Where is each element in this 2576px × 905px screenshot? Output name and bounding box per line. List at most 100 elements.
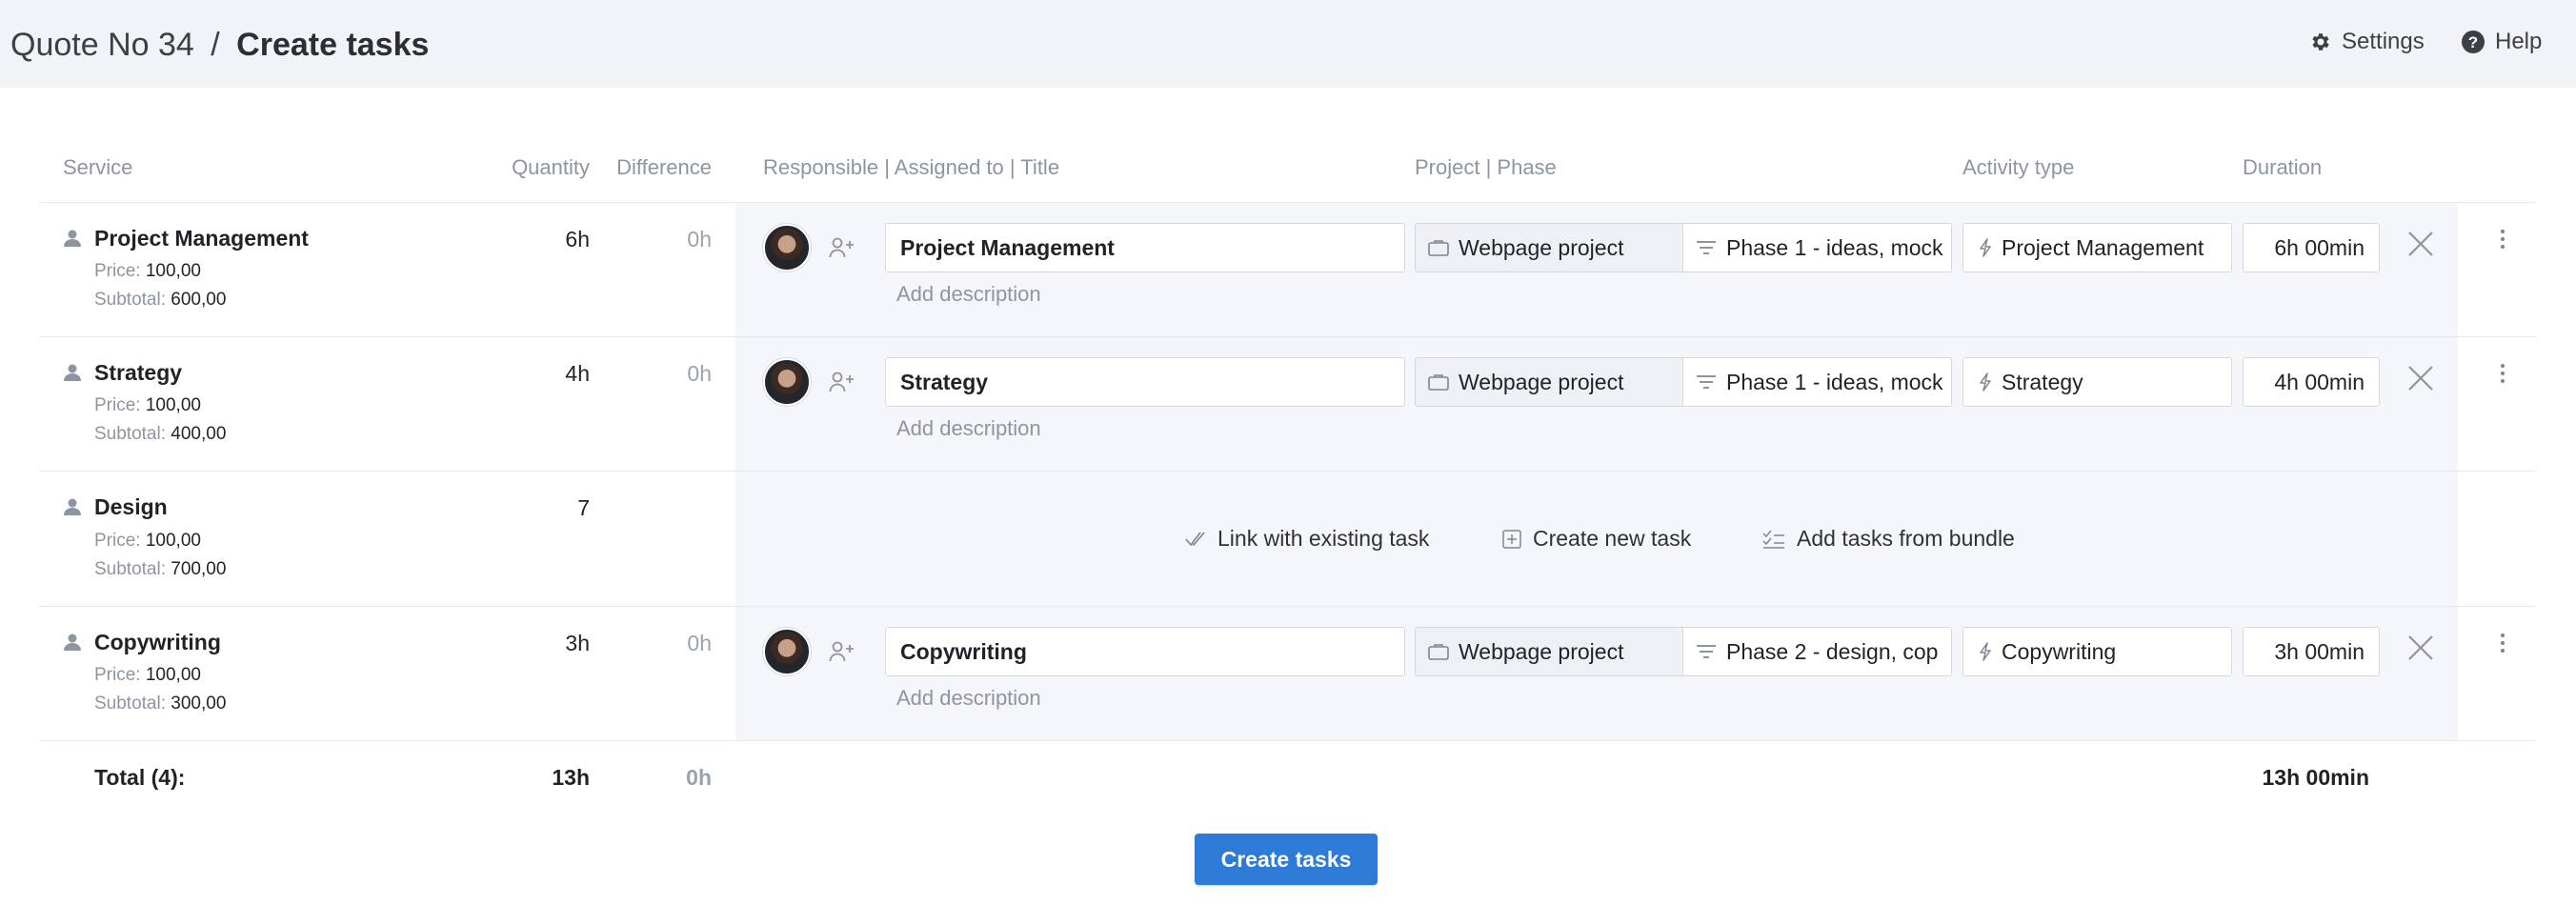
duration-input[interactable]: 4h 00min [2243, 357, 2380, 407]
phase-value: Phase 1 - ideas, mock [1726, 369, 1943, 394]
settings-label: Settings [2342, 29, 2425, 54]
assign-user-button[interactable] [818, 224, 866, 272]
create-new-task-button[interactable]: Create new task [1502, 526, 1691, 552]
subtotal-label: Subtotal: [94, 694, 166, 714]
project-value: Webpage project [1459, 369, 1624, 394]
phase-select[interactable]: Phase 2 - design, cop [1683, 627, 1952, 676]
project-select[interactable]: Webpage project [1415, 357, 1683, 407]
service-name: Copywriting [94, 630, 221, 654]
breadcrumb-parent[interactable]: Quote No 34 [10, 27, 194, 63]
project-select[interactable]: Webpage project [1415, 223, 1683, 272]
quantity-value: 6h [565, 227, 590, 251]
add-description-link[interactable]: Add description [896, 416, 1041, 441]
difference-value: 0h [687, 227, 712, 251]
column-header-service: Service [63, 155, 133, 179]
add-user-icon [829, 372, 854, 392]
price-value: 100,00 [145, 665, 201, 685]
help-circle-icon: ? [2462, 30, 2485, 53]
link-existing-task-button[interactable]: Link with existing task [1185, 526, 1429, 552]
task-title-input[interactable]: Strategy [885, 357, 1405, 407]
checklist-icon [1762, 530, 1784, 549]
task-title-input[interactable]: Copywriting [885, 627, 1405, 676]
help-link[interactable]: ? Help [2461, 29, 2542, 55]
subtotal-value: 600,00 [171, 290, 227, 310]
briefcase-icon [1428, 374, 1449, 391]
briefcase-icon [1428, 644, 1449, 660]
duration-input[interactable]: 6h 00min [2243, 223, 2380, 272]
column-header-difference: Difference [616, 155, 712, 179]
phase-select[interactable]: Phase 1 - ideas, mock [1683, 357, 1952, 407]
add-description-link[interactable]: Add description [896, 282, 1041, 307]
phase-value: Phase 1 - ideas, mock [1726, 234, 1943, 260]
column-header-responsible: Responsible | Assigned to | Title [763, 155, 1060, 179]
activity-type-select[interactable]: Project Management [1962, 223, 2232, 272]
add-description-link[interactable]: Add description [896, 686, 1041, 711]
link-existing-task-label: Link with existing task [1218, 526, 1430, 551]
service-price: Price: 100,00 [94, 395, 201, 416]
price-value: 100,00 [145, 395, 201, 415]
more-vertical-icon[interactable] [2488, 359, 2517, 388]
gear-icon [2312, 33, 2329, 50]
create-new-task-label: Create new task [1533, 526, 1692, 551]
more-vertical-icon[interactable] [2488, 629, 2517, 657]
column-header-quantity: Quantity [512, 155, 590, 179]
create-tasks-button[interactable]: Create tasks [1195, 834, 1378, 885]
close-icon[interactable] [2406, 230, 2435, 258]
settings-link[interactable]: Settings [2309, 29, 2425, 55]
avatar[interactable] [763, 628, 811, 675]
total-quantity: 13h [552, 765, 590, 790]
close-icon[interactable] [2406, 634, 2435, 662]
task-title-input[interactable]: Project Management [885, 223, 1405, 272]
service-name: Design [94, 494, 168, 519]
service-price: Price: 100,00 [94, 261, 201, 282]
person-icon [64, 230, 81, 247]
subtotal-label: Subtotal: [94, 424, 166, 444]
subtotal-value: 400,00 [171, 424, 227, 444]
phase-bars-icon [1697, 375, 1716, 389]
total-label: Total (4): [94, 765, 186, 790]
service-price: Price: 100,00 [94, 531, 201, 552]
price-label: Price: [94, 665, 141, 685]
service-subtotal: Subtotal: 400,00 [94, 424, 226, 445]
service-subtotal: Subtotal: 700,00 [94, 559, 226, 580]
breadcrumb: Quote No 34 / Create tasks [10, 27, 429, 64]
difference-value: 0h [687, 631, 712, 655]
plus-square-icon [1502, 529, 1521, 549]
price-label: Price: [94, 531, 141, 551]
person-icon [64, 498, 81, 515]
project-value: Webpage project [1459, 638, 1624, 664]
total-duration: 13h 00min [2262, 765, 2370, 790]
column-header-activity-type: Activity type [1962, 155, 2075, 179]
activity-type-select[interactable]: Copywriting [1962, 627, 2232, 676]
phase-select[interactable]: Phase 1 - ideas, mock [1683, 223, 1952, 272]
price-label: Price: [94, 261, 141, 281]
duration-input[interactable]: 3h 00min [2243, 627, 2380, 676]
avatar[interactable] [763, 358, 811, 406]
column-header-project-phase: Project | Phase [1415, 155, 1557, 179]
quantity-value: 4h [565, 361, 590, 386]
briefcase-icon [1428, 240, 1449, 256]
close-icon[interactable] [2406, 364, 2435, 392]
quantity-value: 7 [577, 495, 590, 520]
activity-value: Strategy [2002, 369, 2083, 394]
double-check-icon [1185, 531, 1205, 546]
add-tasks-from-bundle-button[interactable]: Add tasks from bundle [1762, 526, 2015, 552]
add-tasks-from-bundle-label: Add tasks from bundle [1797, 526, 2015, 551]
activity-type-select[interactable]: Strategy [1962, 357, 2232, 407]
total-difference: 0h [686, 765, 712, 790]
assign-user-button[interactable] [818, 628, 866, 675]
service-price: Price: 100,00 [94, 665, 201, 686]
project-select[interactable]: Webpage project [1415, 627, 1683, 676]
svg-text:?: ? [2468, 33, 2478, 51]
phase-value: Phase 2 - design, cop [1726, 638, 1939, 664]
top-bar: Quote No 34 / Create tasks Settings ? He… [0, 0, 2576, 88]
assign-user-button[interactable] [818, 358, 866, 406]
more-vertical-icon[interactable] [2488, 225, 2517, 253]
subtotal-label: Subtotal: [94, 559, 166, 579]
page-title: Create tasks [236, 27, 430, 63]
avatar[interactable] [763, 224, 811, 272]
quantity-value: 3h [565, 631, 590, 655]
row-divider [40, 740, 2535, 741]
service-name: Project Management [94, 226, 309, 251]
lightning-icon [1980, 642, 1991, 661]
